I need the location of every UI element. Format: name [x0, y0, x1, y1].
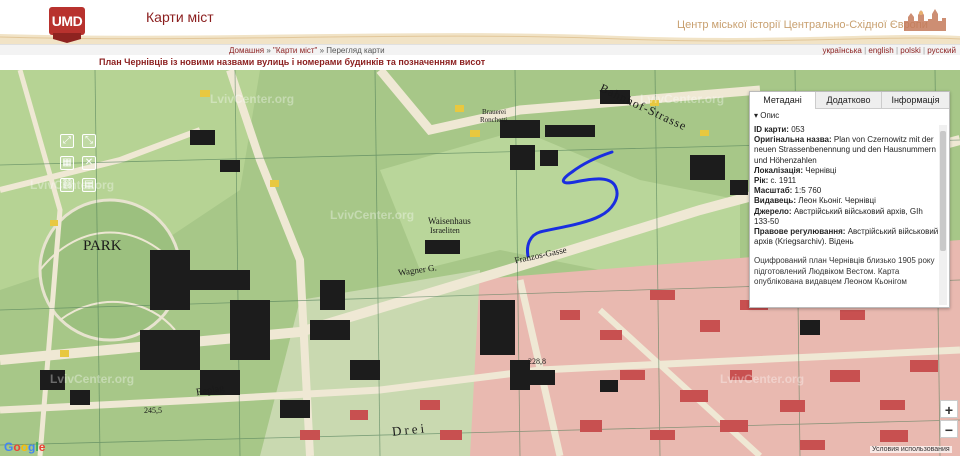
- field-label: Джерело:: [754, 206, 792, 216]
- zoom-controls: + −: [940, 400, 958, 438]
- field-value: 1:5 760: [794, 186, 822, 196]
- metadata-row: ID карти: 053: [754, 125, 940, 135]
- breadcrumb-separator: »: [266, 46, 271, 55]
- map-label-elevation: 245,5: [144, 406, 162, 415]
- page-title: План Чернівців із новими назвами вулиць …: [99, 57, 486, 67]
- city-skyline-logo-icon[interactable]: [902, 7, 948, 31]
- map-watermark: LvivCenter.org: [210, 92, 295, 106]
- metadata-row: Локалізація: Чернівці: [754, 166, 940, 176]
- map-watermark: LvivCenter.org: [720, 372, 805, 386]
- map-watermark: LvivCenter.org: [50, 372, 135, 386]
- metadata-row: Джерело: Австрійський військовий архів, …: [754, 207, 940, 227]
- field-label: Видавець:: [754, 196, 796, 206]
- map-label-waisenhaus: Waisenhaus: [428, 216, 471, 226]
- google-logo-letter: o: [13, 440, 21, 454]
- breadcrumb-home[interactable]: Домашня: [229, 46, 264, 55]
- lang-polish[interactable]: polski: [900, 46, 920, 55]
- fullscreen-icon[interactable]: ⤢: [60, 134, 74, 148]
- metadata-row: Видавець: Леон Кьоніг. Чернівці: [754, 196, 940, 206]
- field-label: ID карти:: [754, 125, 789, 134]
- breadcrumb-current: Перегляд карти: [326, 46, 385, 55]
- collapse-icon[interactable]: ⤡: [82, 134, 96, 148]
- tab-additional[interactable]: Додатково: [816, 92, 882, 109]
- field-label: Оригінальна назва:: [754, 135, 832, 145]
- google-logo-letter: o: [20, 440, 29, 454]
- metadata-panel: Метадані Додатково Інформація ▾ Опис ID …: [749, 91, 950, 308]
- site-title[interactable]: Карти міст: [146, 9, 214, 25]
- field-value: с. 1911: [770, 176, 797, 186]
- panel-tabs: Метадані Додатково Інформація: [750, 92, 949, 109]
- field-label: Масштаб:: [754, 186, 793, 196]
- field-value: 053: [791, 125, 805, 134]
- breadcrumb-separator: »: [319, 46, 325, 55]
- tab-metadata[interactable]: Метадані: [750, 92, 816, 109]
- panel-scrollbar[interactable]: [939, 125, 947, 305]
- google-logo[interactable]: Google: [4, 440, 45, 454]
- close-icon[interactable]: ✕: [82, 156, 96, 170]
- logo-text: UMD: [49, 7, 85, 35]
- map-label-park: PARK: [83, 238, 122, 254]
- google-logo-letter: e: [38, 440, 46, 454]
- scrollbar-thumb[interactable]: [940, 131, 946, 251]
- section-toggle[interactable]: ▾ Опис: [754, 111, 779, 120]
- terms-of-use-link[interactable]: Условия использования: [870, 446, 952, 453]
- field-value: Леон Кьоніг. Чернівці: [798, 196, 876, 206]
- center-title[interactable]: Центр міської історії Центрально-Східної…: [677, 19, 928, 31]
- zoom-in-button[interactable]: +: [940, 400, 958, 418]
- site-header: UMD Карти міст Центр міської історії Цен…: [0, 0, 960, 44]
- link-icon[interactable]: ⛓: [60, 178, 74, 192]
- breadcrumb-section[interactable]: "Карти міст": [273, 46, 317, 55]
- umd-logo[interactable]: UMD: [49, 7, 85, 44]
- breadcrumb: Домашня » "Карти міст" » Перегляд карти: [229, 45, 385, 56]
- google-logo-letter: G: [4, 440, 14, 454]
- lang-divider: |: [922, 46, 926, 55]
- lang-russian[interactable]: русский: [927, 46, 956, 55]
- lang-ukrainian[interactable]: українська: [822, 46, 861, 55]
- metadata-row: Оригінальна назва: Plan von Czernowitz m…: [754, 135, 940, 166]
- map-label-ronchetti: Ronchetti: [480, 116, 508, 124]
- metadata-body: ID карти: 053 Оригінальна назва: Plan vo…: [754, 125, 940, 305]
- tab-information[interactable]: Інформація: [882, 92, 949, 109]
- field-label: Локалізація:: [754, 165, 804, 175]
- field-label: Рік:: [754, 176, 769, 186]
- map-watermark: LvivCenter.org: [640, 92, 725, 106]
- metadata-row: Масштаб: 1:5 760: [754, 186, 940, 196]
- grid-icon[interactable]: ▦: [60, 156, 74, 170]
- map-description: Оцифрований план Чернівців близько 1905 …: [754, 256, 935, 286]
- map-watermark: LvivCenter.org: [330, 208, 415, 222]
- field-label: Правове регулювання:: [754, 227, 846, 237]
- section-label: Опис: [760, 111, 780, 120]
- metadata-row: Правове регулювання: Австрійський військ…: [754, 227, 940, 247]
- breadcrumb-bar: Домашня » "Карти міст" » Перегляд карти …: [0, 44, 960, 55]
- layers-icon[interactable]: ▤: [82, 178, 96, 192]
- field-value: Чернівці: [805, 165, 837, 175]
- caret-down-icon: ▾: [754, 111, 759, 120]
- lang-english[interactable]: english: [868, 46, 893, 55]
- logo-ribbon-icon: [53, 33, 81, 43]
- zoom-out-button[interactable]: −: [940, 420, 958, 438]
- map-label-israeliten: Israeliten: [430, 226, 460, 235]
- map-label-brauerei: Brauerei: [482, 108, 507, 116]
- map-label-elevation: 228,8: [528, 357, 546, 366]
- metadata-row: Рік: с. 1911: [754, 176, 940, 186]
- lang-divider: |: [895, 46, 899, 55]
- lang-divider: |: [864, 46, 867, 55]
- language-switcher: українська | english | polski | русский: [822, 45, 956, 56]
